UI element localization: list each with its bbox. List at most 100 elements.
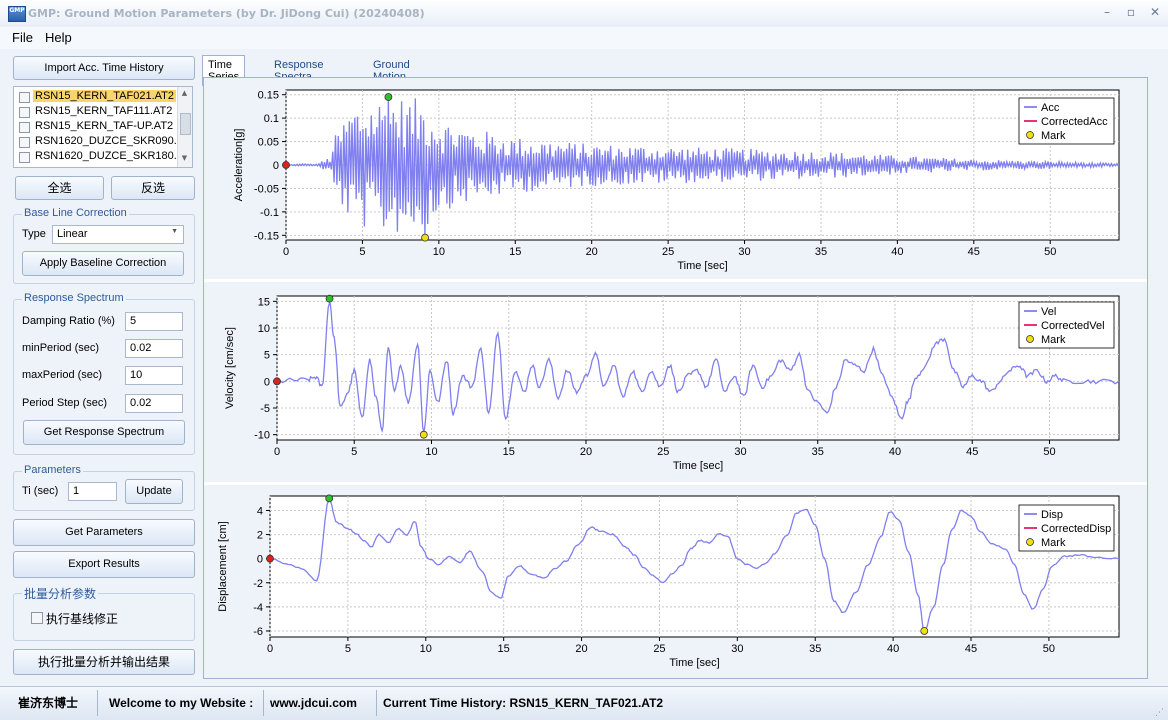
import-button[interactable]: Import Acc. Time History	[13, 56, 195, 80]
max-period-input[interactable]: 10	[125, 366, 183, 385]
resize-grip-icon[interactable]: ⋰	[1155, 708, 1164, 718]
baseline-type-select[interactable]: Linear ▼	[52, 225, 184, 244]
file-list-item[interactable]: RSN15_KERN_TAF021.AT2	[15, 89, 179, 104]
invert-selection-button[interactable]: 反选	[111, 176, 195, 200]
legend-entry: CorrectedVel	[1041, 320, 1105, 332]
x-tick-label: 50	[1043, 446, 1055, 458]
baseline-type-label: Type	[22, 228, 46, 240]
x-tick-label: 0	[274, 446, 280, 458]
x-tick-label: 20	[575, 643, 587, 655]
file-checkbox[interactable]	[19, 137, 30, 148]
file-list-item[interactable]: RSN15_KERN_TAF111.AT2	[15, 104, 179, 119]
get-response-spectrum-button[interactable]: Get Response Spectrum	[23, 420, 185, 445]
get-parameters-button[interactable]: Get Parameters	[13, 519, 195, 546]
plot-area	[269, 495, 1120, 638]
y-tick-label: 10	[258, 323, 270, 335]
update-button[interactable]: Update	[125, 479, 183, 504]
x-tick-label: 15	[498, 643, 510, 655]
file-checkbox[interactable]	[19, 92, 30, 103]
x-tick-label: 0	[267, 643, 273, 655]
close-icon[interactable]: ✕	[1148, 6, 1162, 18]
chart-pane: 0 5 10 15 20 25 30 35 40 45 50 0.15 0.1 0.05 0 -0.05 -0.…	[203, 77, 1148, 679]
baseline-type-value: Linear	[57, 228, 88, 240]
app-icon: GMP	[8, 6, 26, 22]
y-tick-label: -5	[260, 403, 270, 415]
file-list-item[interactable]: RSN1620_DUZCE_SKR090.AT2	[15, 134, 192, 149]
mark-point	[273, 377, 281, 386]
file-name: RSN15_KERN_TAF021.AT2	[33, 90, 176, 102]
batch-run-button[interactable]: 执行批量分析并输出结果	[13, 649, 195, 675]
max-period-label: maxPeriod (sec)	[22, 369, 103, 381]
file-list-scrollbar[interactable]: ▲ ▼	[177, 87, 192, 167]
x-axis-label: Time [sec]	[677, 260, 727, 272]
y-tick-label: 0	[273, 160, 279, 172]
legend-entry: CorrectedDisp	[1041, 523, 1111, 535]
legend-entry: Vel	[1041, 306, 1056, 318]
mark-point	[421, 233, 429, 242]
y-tick-label: -6	[253, 626, 263, 638]
status-website-link[interactable]: www.jdcui.com	[270, 692, 357, 714]
min-period-label: minPeriod (sec)	[22, 342, 100, 354]
menu-file[interactable]: File	[12, 30, 33, 45]
x-tick-label: 10	[425, 446, 437, 458]
file-checkbox[interactable]	[19, 152, 30, 163]
y-axis-label: Acceleration[g]	[233, 129, 245, 202]
batch-baseline-checkbox[interactable]	[31, 612, 43, 624]
maximize-icon[interactable]: ▫	[1124, 6, 1138, 18]
y-tick-label: 0	[257, 554, 263, 566]
y-tick-label: -0.1	[260, 207, 279, 219]
x-tick-label: 5	[359, 246, 365, 258]
export-results-button[interactable]: Export Results	[13, 551, 195, 578]
y-tick-label: -10	[254, 430, 270, 442]
x-tick-label: 25	[657, 446, 669, 458]
mark-point	[266, 554, 274, 563]
mark-point	[325, 494, 334, 503]
x-tick-label: 15	[503, 446, 515, 458]
minimize-icon[interactable]: –	[1100, 6, 1114, 18]
legend-swatch	[1026, 335, 1034, 343]
mark-point	[325, 294, 334, 303]
mark-point	[384, 93, 393, 101]
menu-help[interactable]: Help	[45, 30, 72, 45]
apply-baseline-button[interactable]: Apply Baseline Correction	[22, 251, 184, 276]
period-step-input[interactable]: 0.02	[125, 394, 183, 413]
chart-panel: 0 5 10 15 20 25 30 35 40 45 50420-2-4-6Time [sec]D…	[204, 485, 1147, 678]
file-list-item[interactable]: RSN15_KERN_TAF-UP.AT2	[15, 119, 179, 134]
y-tick-label: -4	[253, 602, 263, 614]
y-tick-label: -0.15	[254, 230, 279, 242]
select-all-button[interactable]: 全选	[15, 176, 104, 200]
batch-baseline-label: 执行基线修正	[46, 612, 119, 626]
file-list-item[interactable]: RSN1620_DUZCE_SKR180.AT2	[15, 149, 192, 164]
x-tick-label: 10	[433, 246, 445, 258]
file-list[interactable]: RSN15_KERN_TAF021.AT2 RSN15_KERN_TAF111.A…	[13, 86, 193, 168]
mark-point	[920, 627, 929, 635]
x-tick-label: 25	[662, 246, 674, 258]
x-tick-label: 15	[509, 246, 521, 258]
x-tick-label: 40	[889, 446, 901, 458]
chart-panel: 0 5 10 15 20 25 30 35 40 45 50151050-5-10Time [sec…	[204, 282, 1147, 482]
ti-input[interactable]: 1	[68, 482, 117, 501]
legend-entry: Mark	[1041, 130, 1066, 142]
file-name: RSN15_KERN_TAF-UP.AT2	[35, 120, 174, 132]
x-tick-label: 10	[420, 643, 432, 655]
period-step-label: Period Step (sec)	[22, 397, 107, 409]
file-checkbox[interactable]	[19, 122, 30, 133]
x-tick-label: 45	[965, 643, 977, 655]
status-separator	[263, 690, 264, 716]
legend-entry: Disp	[1041, 509, 1063, 521]
status-current-file: Current Time History: RSN15_KERN_TAF021.…	[383, 696, 664, 710]
y-tick-label: 0.05	[258, 137, 279, 149]
min-period-input[interactable]: 0.02	[125, 339, 183, 358]
y-tick-label: 0.1	[264, 113, 279, 125]
x-tick-label: 35	[812, 446, 824, 458]
x-tick-label: 25	[653, 643, 665, 655]
batch-group-title: 批量分析参数	[22, 585, 99, 602]
x-tick-label: 30	[734, 446, 746, 458]
chevron-down-icon: ▼	[171, 228, 178, 235]
x-tick-label: 35	[815, 246, 827, 258]
damping-input[interactable]: 5	[125, 312, 183, 331]
window-title: GMP: Ground Motion Parameters (by Dr. Ji…	[28, 7, 425, 20]
damping-label: Damping Ratio (%)	[22, 315, 115, 327]
legend-entry: Mark	[1041, 537, 1066, 549]
file-checkbox[interactable]	[19, 107, 30, 118]
